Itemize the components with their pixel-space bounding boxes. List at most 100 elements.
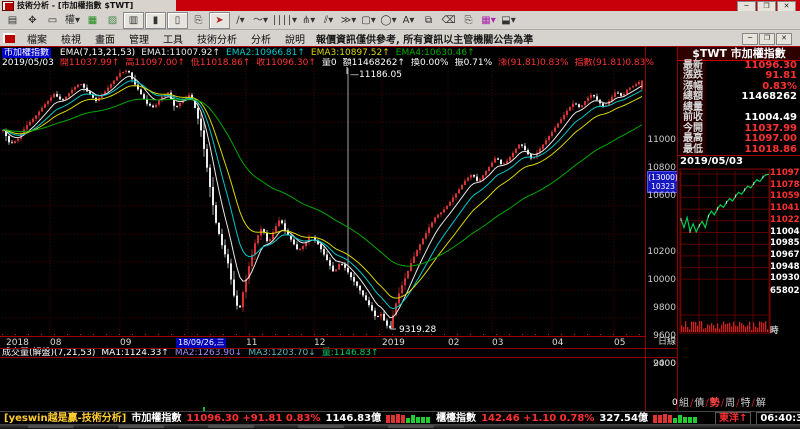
y-axis-label: 10600: [647, 191, 676, 201]
panel-tab-組[interactable]: 組: [678, 398, 690, 409]
period-label[interactable]: 日線: [646, 338, 676, 347]
eraser-icon[interactable]: ⌫: [439, 13, 458, 28]
menu-item-說明[interactable]: 說明: [278, 31, 312, 46]
disclaimer-text: 報價資訊僅供參考, 所有資訊以主管機關公告為準: [316, 34, 534, 46]
menu-item-分析[interactable]: 分析: [244, 31, 278, 46]
indicator-value: EMA3:10897.52↑: [310, 48, 390, 58]
taskbar-icon-blur: [28, 425, 74, 428]
scale-badge-bottom: 10323: [651, 182, 675, 191]
y-axis-label: 9800: [653, 303, 676, 313]
x-axis-label: 2019: [382, 338, 405, 348]
menu-item-檢視[interactable]: 檢視: [54, 31, 88, 46]
menu-chart-icon: [3, 33, 15, 43]
export-icon[interactable]: ⎘: [459, 13, 478, 28]
taskbar-icon-blur: [298, 425, 344, 428]
menu-bar: 檔案 檢視 畫面 管理 工具 技術分析 分析 說明 報價資訊僅供參考, 所有資訊以主管機關公告…: [0, 30, 800, 46]
save-icon[interactable]: ⬓▾: [499, 13, 518, 28]
cycle-lines-tool-button[interactable]: ∣∣∣∣▾: [271, 13, 298, 28]
page-icon[interactable]: ⎘: [189, 13, 208, 28]
candlestick-chart[interactable]: —11186.05 9319.28: [0, 67, 645, 336]
palette-icon[interactable]: ▦▾: [479, 13, 498, 28]
x-axis-label: 2018: [6, 338, 29, 348]
window-title: 技術分析 - [市加權指數 $TWT]: [17, 1, 134, 10]
mini-price-label: 11004: [770, 226, 800, 237]
channel-tool-button[interactable]: 〜▾: [251, 13, 270, 28]
tab-counter: 0: [672, 398, 678, 408]
move-icon[interactable]: ✥: [23, 13, 42, 28]
copy-icon[interactable]: ⧉: [419, 13, 438, 28]
y-axis-label: 10200: [647, 247, 676, 257]
mdi-control-button[interactable]: ❐: [759, 33, 775, 45]
x-axis-label: 11: [246, 338, 258, 348]
app-logo-icon: [2, 0, 14, 11]
indicator-value: EMA1:11007.92↑: [141, 48, 221, 58]
rights-menu-button[interactable]: 權▾: [63, 13, 82, 28]
quote-row: 最高 11097.00: [678, 134, 800, 145]
panel-tab-bar: 0 組∕債∕勢∕周∕特∕解: [672, 397, 800, 410]
fan-lines-tool-button[interactable]: ⋔▾: [299, 13, 318, 28]
parallel-lines-tool-button[interactable]: ⫽▾: [319, 13, 338, 28]
panel-tab-債[interactable]: 債: [693, 398, 705, 409]
index1-name[interactable]: 市加權指數: [131, 413, 181, 425]
mini-price-label: 11041: [770, 203, 800, 214]
divider: [0, 357, 678, 358]
mini-volume-label: 658025: [770, 286, 800, 296]
taskbar-icon-blur: [118, 425, 164, 428]
indicator-value: EMA4:10630.46↑: [395, 48, 475, 58]
menu-item-技術分析[interactable]: 技術分析: [190, 31, 244, 46]
mini-time-axis-label: 時: [770, 326, 779, 336]
taskbar-edge: [0, 424, 800, 429]
panel-tab-勢[interactable]: 勢: [709, 398, 721, 409]
quote-value: 11018.86: [744, 143, 797, 155]
y-axis-label: 10000: [647, 275, 676, 285]
window-icon[interactable]: ▭: [43, 13, 62, 28]
mini-price-label: 10985: [770, 238, 800, 249]
mdi-control-button[interactable]: ✕: [776, 33, 792, 45]
ellipse-tool-button[interactable]: ◯▾: [379, 13, 398, 28]
candle-chart-button[interactable]: ▮: [145, 11, 166, 29]
brand-label: [yeswin越是贏-技術分析]: [4, 412, 127, 424]
indicator-value: EMA(7,13,21,53): [59, 48, 136, 58]
mini-price-label: 11097: [770, 168, 800, 178]
bar-chart-button[interactable]: ▥: [123, 11, 144, 29]
expansion-tool-button[interactable]: ≫▾: [339, 13, 358, 28]
index1-amount: 1146.83億: [325, 412, 382, 424]
y-axis-label: 11000: [647, 135, 676, 145]
mdi-window-controls: ─ ❐ ✕: [741, 32, 792, 45]
menu-item-畫面[interactable]: 畫面: [88, 31, 122, 46]
drawing-toolbar: ▤ ✥ ▭ 權▾ ▦ ▨ ▥ ▮ ▯ ⎘ ➤ ∕▾ 〜▾ ∣∣∣∣▾ ⋔▾ ⫽▾ ≫▾ ▢▾ ◯▾ A▾ ⧉ ⌫ ⎘ ▦▾ ⬓▾: [0, 11, 800, 30]
menu-item-檔案[interactable]: 檔案: [20, 31, 54, 46]
taskbar-icon-blur: [208, 425, 254, 428]
pointer-tool-button[interactable]: ➤: [209, 11, 230, 29]
line-chart-button[interactable]: ▯: [167, 11, 188, 29]
chart-workspace: 市加權指數 EMA(7,13,21,53) EMA1:11007.92↑ EMA2:…: [0, 46, 800, 412]
green-chart-icon[interactable]: ▦: [83, 13, 102, 28]
selected-date-badge[interactable]: 18/09/26,三: [176, 338, 227, 348]
trendline-tool-button[interactable]: ∕▾: [231, 13, 250, 28]
symbol-badge[interactable]: 市加權指數: [2, 48, 52, 58]
market-breadth-widget-2: [652, 414, 698, 423]
x-axis-label: 03: [492, 338, 504, 348]
volume-chart[interactable]: [0, 358, 645, 412]
x-axis-label: 08: [50, 338, 62, 348]
panel-tab-解[interactable]: 解: [755, 398, 767, 409]
quote-row: 最低 11018.86: [678, 143, 800, 156]
mini-price-label: 11022: [770, 214, 800, 225]
quote-date: 2019/05/03: [678, 155, 800, 167]
divider: [0, 348, 678, 349]
high-annotation: —11186.05: [350, 70, 402, 80]
text-tool-button[interactable]: A▾: [399, 13, 418, 28]
panel-tab-周[interactable]: 周: [724, 398, 736, 409]
index2-name[interactable]: 櫃檯指數: [436, 413, 476, 425]
panel-tab-特[interactable]: 特: [740, 398, 752, 409]
market-breadth-widget-1: [386, 414, 431, 423]
x-axis-label: 04: [552, 338, 564, 348]
menu-item-管理[interactable]: 管理: [122, 31, 156, 46]
rectangle-tool-button[interactable]: ▢▾: [359, 13, 378, 28]
menu-item-工具[interactable]: 工具: [156, 31, 190, 46]
area-chart-icon[interactable]: ▨: [103, 13, 122, 28]
layout-icon[interactable]: ▤: [3, 13, 22, 28]
scale-badge[interactable]: (13000) 10323: [647, 171, 679, 193]
mdi-control-button[interactable]: ─: [742, 33, 758, 45]
taskbar-icon-blur: [388, 425, 434, 428]
